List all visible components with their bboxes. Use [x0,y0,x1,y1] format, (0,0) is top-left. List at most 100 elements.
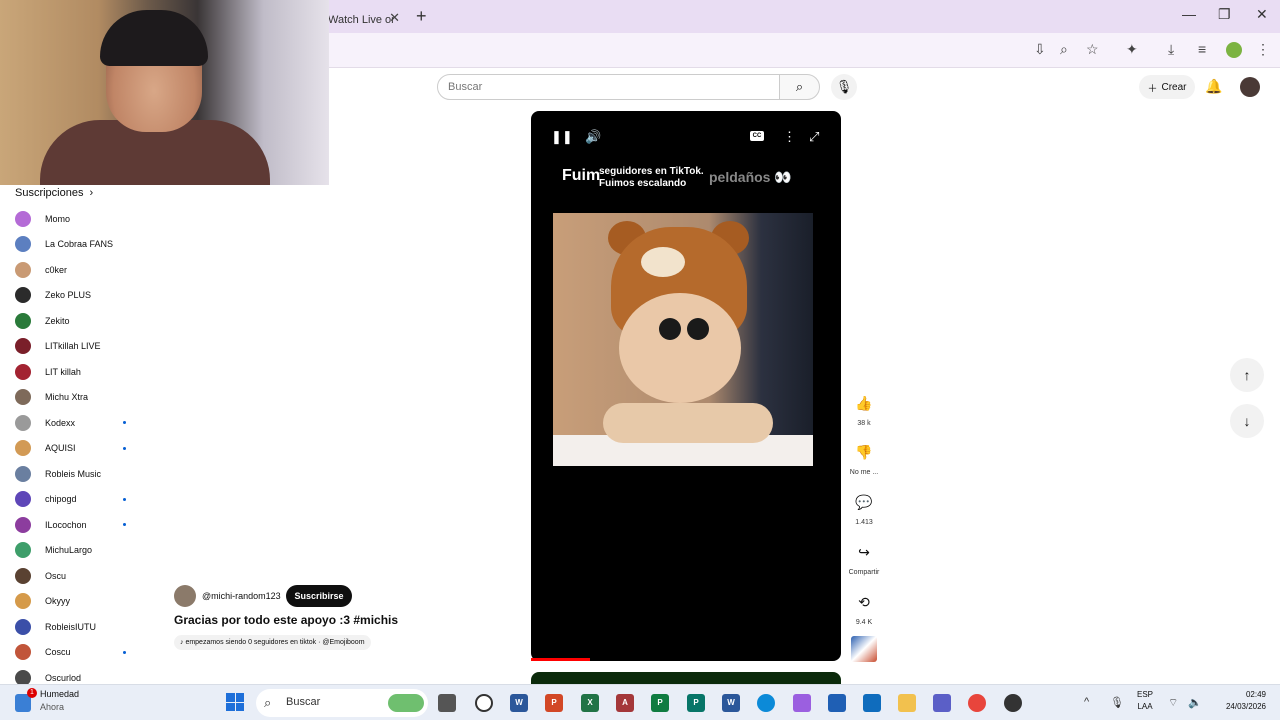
channel-avatar-icon [15,312,31,329]
remix-button[interactable]: ⟲ 9.4 K [845,587,883,626]
extensions-icon[interactable]: ✦ [1126,41,1138,58]
next-short-button[interactable]: ↓ [1230,404,1264,438]
sidebar-item[interactable]: Oscu [15,563,135,589]
sidebar-item[interactable]: MichuLargo [15,538,135,564]
sidebar-item[interactable]: LITkillah LIVE [15,334,135,360]
store-icon[interactable] [828,694,846,712]
search-highlight-icon [388,694,424,712]
file-explorer-icon[interactable] [898,694,916,712]
app-dark-icon[interactable] [1004,694,1022,712]
bookmark-star-icon[interactable]: ☆ [1086,41,1099,58]
sound-chip[interactable]: ♪ empezamos siendo 0 seguidores en tikto… [174,635,371,650]
search-input[interactable]: Buscar [437,74,780,100]
next-short-preview[interactable] [531,672,841,684]
sidebar-item[interactable]: Kodexx [15,410,135,436]
dislike-label: No me ... [849,469,879,476]
overlay-text-left: Fuim [562,167,601,184]
sound-thumbnail[interactable] [851,636,877,662]
system-clock[interactable]: 02:49 24/03/2026 [1214,689,1266,713]
teams-icon[interactable] [933,694,951,712]
captions-icon[interactable]: CC [750,131,764,141]
pause-icon[interactable]: ❚❚ [551,129,573,145]
sidebar-item[interactable]: RobleisIUTU [15,614,135,640]
volume-tray-icon[interactable]: 🔈 [1188,696,1202,709]
new-content-dot [123,523,126,526]
voice-search-button[interactable]: 🎙 [831,74,857,100]
sidebar-item[interactable]: AQUISI [15,436,135,462]
tray-chevron-icon[interactable]: ^ [1084,696,1089,708]
powerpoint-icon[interactable]: P [545,694,563,712]
like-button[interactable]: 👍 38 k [845,388,883,427]
account-avatar[interactable] [1240,77,1260,97]
sidebar-item[interactable]: Michu Xtra [15,385,135,411]
word-icon[interactable]: W [510,694,528,712]
taskbar-search-label: Buscar [286,696,321,708]
menu-dots-icon[interactable]: ⋮ [1256,41,1270,58]
sidebar-item[interactable]: ILocochon [15,512,135,538]
channel-avatar[interactable] [174,585,196,607]
sidebar-item[interactable]: Zekito [15,308,135,334]
task-view-icon[interactable] [438,694,456,712]
edge-icon[interactable] [757,694,775,712]
volume-icon[interactable]: 🔊 [585,129,601,145]
dislike-button[interactable]: 👎 No me ... [845,437,883,476]
browser-profile-avatar[interactable] [1226,42,1242,58]
sidebar-item[interactable]: Momo [15,206,135,232]
media-control-icon[interactable]: ≡ [1198,41,1206,57]
language-indicator[interactable]: ESP LAA [1137,689,1153,713]
outlook-icon[interactable] [863,694,881,712]
subscribe-button[interactable]: Suscribirse [286,585,352,607]
channel-avatar-icon [15,363,31,380]
copilot-icon[interactable] [793,694,811,712]
minimize-button[interactable]: — [1182,6,1196,22]
search-icon: ⌕ [795,79,804,94]
close-window-button[interactable]: ✕ [1256,6,1268,23]
video-progress-bar[interactable] [531,658,590,661]
search-button[interactable]: ⌕ [779,74,820,100]
install-app-icon[interactable]: ⇩ [1034,41,1046,58]
comments-button[interactable]: 💬 1.413 [845,487,883,526]
weather-title[interactable]: Humedad [40,689,79,699]
browser-tab[interactable]: Watch Live or ✕ [318,6,402,33]
maximize-button[interactable]: ❐ [1218,6,1231,23]
word-alt-icon[interactable]: W [722,694,740,712]
overlay-text-right: peldaños 👀 [709,169,792,185]
chrome-icon[interactable] [968,694,986,712]
taskbar-search[interactable]: ⌕ Buscar [256,689,428,717]
create-button[interactable]: ＋ Crear [1139,75,1195,99]
subscriptions-header[interactable]: Suscripciones › [15,187,93,199]
shorts-player[interactable]: ❚❚ 🔊 CC ⋮ ⤢ Fuim peldaños 👀 seguidores e… [531,111,841,661]
notifications-bell-icon[interactable]: 🔔 [1205,78,1222,95]
channel-name[interactable]: @michi-random123 [202,591,281,601]
windows-start-icon[interactable] [226,693,244,711]
tab-close-icon[interactable]: ✕ [389,10,400,26]
previous-short-button[interactable]: ↑ [1230,358,1264,392]
sidebar-item[interactable]: c0ker [15,257,135,283]
app-circle-icon[interactable] [475,694,493,712]
zoom-icon[interactable]: ⌕ [1060,41,1068,58]
project-icon[interactable]: P [651,694,669,712]
share-button[interactable]: ↪ Compartir [845,537,883,576]
overlay-caption: seguidores en TikTok. Fuimos escalando [599,166,704,190]
arrow-down-icon: ↓ [1243,413,1251,429]
search-icon: ⌕ [264,695,272,710]
sidebar-item[interactable]: Robleis Music [15,461,135,487]
fullscreen-icon[interactable]: ⤢ [809,129,819,145]
thumbs-up-icon: 👍 [855,395,873,411]
new-tab-button[interactable]: + [416,6,427,27]
network-icon[interactable]: ⌔ [1168,696,1178,710]
sidebar-item[interactable]: Zeko PLUS [15,283,135,309]
downloads-icon[interactable]: ⤓ [1168,41,1174,58]
excel-icon[interactable]: X [581,694,599,712]
sidebar-item-label: Oscurlod [45,672,82,683]
sidebar-item[interactable]: LIT killah [15,359,135,385]
sidebar-item[interactable]: Okyyy [15,589,135,615]
more-options-icon[interactable]: ⋮ [783,129,796,145]
sidebar-item[interactable]: Coscu [15,640,135,666]
sidebar-item[interactable]: La Cobraa FANS [15,232,135,258]
sidebar-item[interactable]: chipogd [15,487,135,513]
publisher-icon[interactable]: P [687,694,705,712]
microphone-tray-icon[interactable]: 🎙 [1110,696,1124,709]
new-content-dot [123,421,126,424]
access-icon[interactable]: A [616,694,634,712]
